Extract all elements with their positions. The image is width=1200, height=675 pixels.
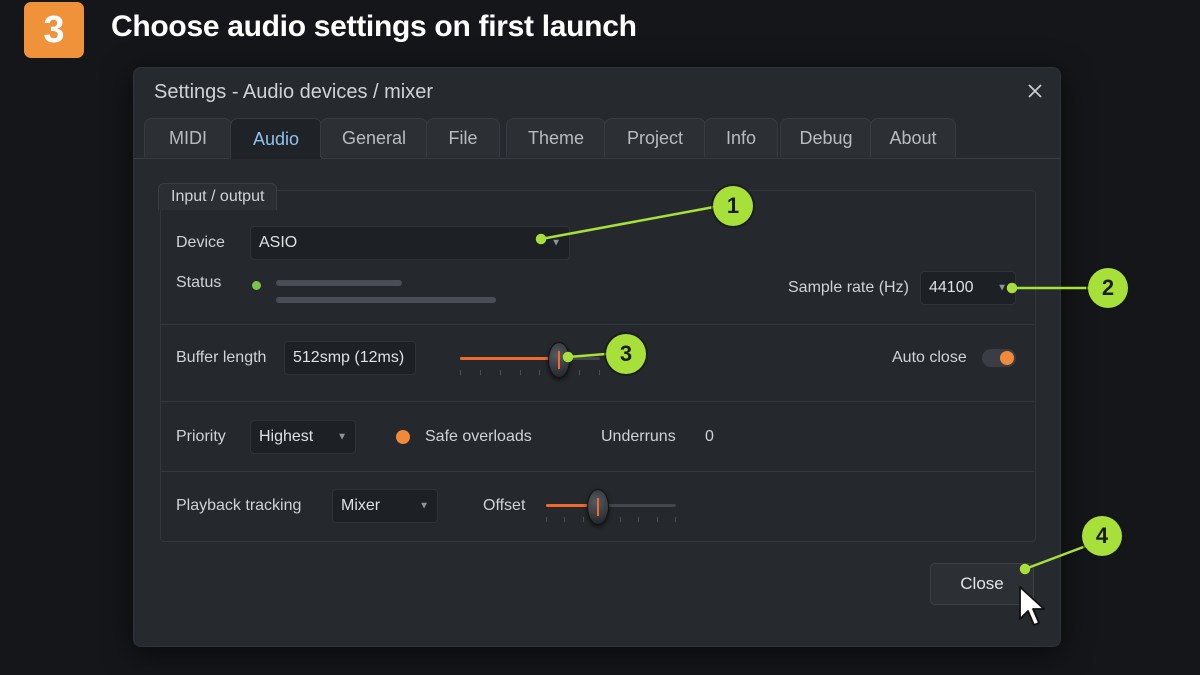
tab-file[interactable]: File — [426, 118, 500, 157]
buffer-length-value: 512smp (12ms) — [293, 349, 405, 366]
close-icon[interactable] — [1022, 78, 1048, 104]
buffer-slider-ticks — [460, 370, 600, 376]
playback-tracking-select[interactable]: Mixer ▼ — [332, 489, 438, 523]
safe-overloads-label: Safe overloads — [425, 428, 532, 445]
tab-bar: MIDI Audio General File Theme Project In… — [134, 118, 1060, 159]
playback-tracking-value: Mixer — [341, 497, 381, 514]
buffer-slider-fill — [460, 357, 558, 360]
callout-2: 2 — [1088, 268, 1128, 308]
tab-about[interactable]: About — [870, 118, 956, 157]
group-label: Input / output — [158, 183, 278, 210]
callout-1: 1 — [713, 186, 753, 226]
device-value: ASIO — [259, 234, 298, 251]
sample-rate-select[interactable]: 44100 ▼ — [920, 271, 1016, 305]
sample-rate-value: 44100 — [929, 279, 974, 296]
tab-midi[interactable]: MIDI — [144, 118, 232, 157]
tab-project[interactable]: Project — [604, 118, 706, 157]
tab-general[interactable]: General — [320, 118, 428, 157]
chevron-down-icon: ▼ — [551, 237, 561, 249]
divider — [160, 324, 1034, 325]
buffer-length-field[interactable]: 512smp (12ms) — [284, 341, 416, 375]
tab-audio[interactable]: Audio — [230, 118, 322, 159]
auto-close-toggle[interactable] — [982, 349, 1016, 367]
offset-slider-ticks — [546, 517, 676, 523]
device-select[interactable]: ASIO ▼ — [250, 226, 570, 260]
status-bar-secondary — [276, 297, 496, 303]
auto-close-label: Auto close — [892, 349, 967, 366]
playback-tracking-label: Playback tracking — [176, 497, 302, 514]
tab-debug[interactable]: Debug — [780, 118, 872, 157]
callout-4: 4 — [1082, 516, 1122, 556]
chevron-down-icon: ▼ — [337, 431, 347, 443]
underruns-value: 0 — [705, 428, 714, 445]
priority-label: Priority — [176, 428, 226, 445]
callout-3: 3 — [606, 334, 646, 374]
sample-rate-label: Sample rate (Hz) — [788, 279, 909, 296]
priority-value: Highest — [259, 428, 314, 445]
tab-theme[interactable]: Theme — [506, 118, 606, 157]
safe-overloads-checkbox[interactable] — [396, 430, 410, 444]
settings-dialog: Settings - Audio devices / mixer MIDI Au… — [133, 67, 1061, 647]
buffer-length-label: Buffer length — [176, 349, 267, 366]
status-indicator — [252, 281, 261, 290]
offset-label: Offset — [483, 497, 526, 514]
step-number-badge: 3 — [24, 2, 84, 58]
status-label: Status — [176, 274, 222, 291]
device-label: Device — [176, 234, 225, 251]
offset-slider-knob[interactable] — [587, 489, 609, 525]
buffer-slider-knob[interactable] — [548, 342, 570, 378]
chevron-down-icon: ▼ — [419, 500, 429, 512]
divider — [160, 401, 1034, 402]
mouse-cursor-icon — [1019, 586, 1045, 626]
chevron-down-icon: ▼ — [997, 282, 1007, 294]
status-bar-primary — [276, 280, 402, 286]
underruns-label: Underruns — [601, 428, 676, 445]
priority-select[interactable]: Highest ▼ — [250, 420, 356, 454]
tab-info[interactable]: Info — [704, 118, 778, 157]
step-heading: Choose audio settings on first launch — [111, 10, 637, 43]
divider — [160, 471, 1034, 472]
dialog-title: Settings - Audio devices / mixer — [154, 81, 434, 103]
